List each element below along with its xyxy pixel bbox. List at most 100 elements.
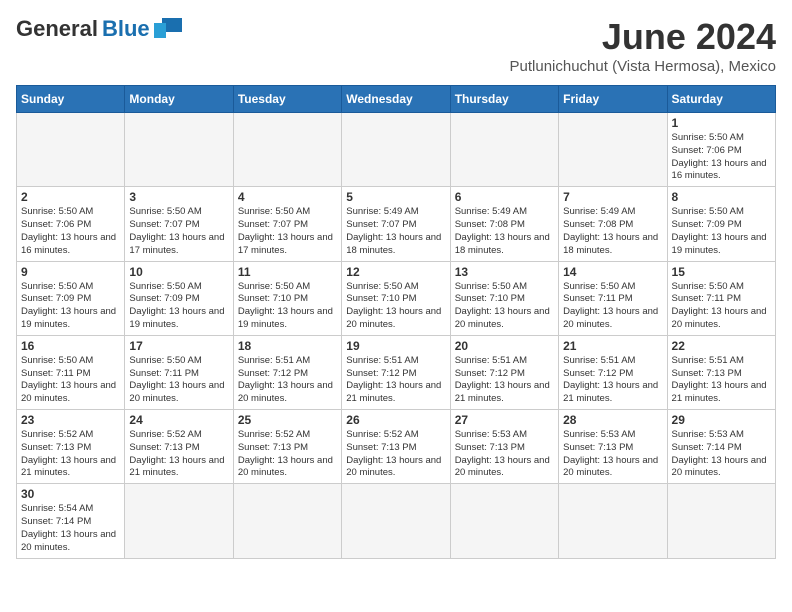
day-info: Sunrise: 5:49 AM Sunset: 7:08 PM Dayligh… [455, 206, 554, 257]
day-info: Sunrise: 5:50 AM Sunset: 7:06 PM Dayligh… [21, 206, 120, 257]
calendar-day-cell: 25Sunrise: 5:52 AM Sunset: 7:13 PM Dayli… [233, 410, 341, 484]
calendar-day-cell: 13 Sunrise: 5:50 AM Sunset: 7:10 PM Dayli… [450, 261, 558, 335]
calendar-day-cell [342, 113, 450, 187]
day-number: 23 [21, 413, 120, 427]
day-number: 13 [455, 265, 554, 279]
calendar-day-cell: 9Sunrise: 5:50 AM Sunset: 7:09 PM Daylig… [17, 261, 125, 335]
day-number: 28 [563, 413, 662, 427]
calendar-day-cell: 24Sunrise: 5:52 AM Sunset: 7:13 PM Dayli… [125, 410, 233, 484]
calendar-day-cell: 5Sunrise: 5:49 AM Sunset: 7:07 PM Daylig… [342, 187, 450, 261]
calendar-day-cell: 23 Sunrise: 5:52 AM Sunset: 7:13 PM Dayli… [17, 410, 125, 484]
weekday-header-sunday: Sunday [17, 86, 125, 113]
day-info: Sunrise: 5:50 AM Sunset: 7:07 PM Dayligh… [238, 206, 337, 257]
calendar-day-cell [342, 484, 450, 558]
page-header: General Blue June 2024 Putlunichuchut (V… [16, 16, 776, 75]
day-info: Sunrise: 5:50 AM Sunset: 7:06 PM Dayligh… [672, 132, 771, 183]
weekday-header-wednesday: Wednesday [342, 86, 450, 113]
day-info: Sunrise: 5:53 AM Sunset: 7:14 PM Dayligh… [672, 429, 771, 480]
calendar-day-cell: 2 Sunrise: 5:50 AM Sunset: 7:06 PM Daylig… [17, 187, 125, 261]
calendar-day-cell: 18Sunrise: 5:51 AM Sunset: 7:12 PM Dayli… [233, 335, 341, 409]
day-info: Sunrise: 5:50 AM Sunset: 7:11 PM Dayligh… [21, 355, 120, 406]
day-info: Sunrise: 5:51 AM Sunset: 7:12 PM Dayligh… [346, 355, 445, 406]
day-number: 2 [21, 190, 120, 204]
calendar-table: SundayMondayTuesdayWednesdayThursdayFrid… [16, 85, 776, 559]
day-info: Sunrise: 5:51 AM Sunset: 7:13 PM Dayligh… [672, 355, 771, 406]
calendar-day-cell: 30 Sunrise: 5:54 AM Sunset: 7:14 PM Dayli… [17, 484, 125, 558]
day-info: Sunrise: 5:50 AM Sunset: 7:11 PM Dayligh… [563, 281, 662, 332]
title-area: June 2024 Putlunichuchut (Vista Hermosa)… [510, 16, 777, 75]
day-number: 30 [21, 487, 120, 501]
day-info: Sunrise: 5:51 AM Sunset: 7:12 PM Dayligh… [563, 355, 662, 406]
calendar-day-cell [667, 484, 775, 558]
day-number: 4 [238, 190, 337, 204]
calendar-day-cell: 19 Sunrise: 5:51 AM Sunset: 7:12 PM Dayli… [342, 335, 450, 409]
calendar-day-cell: 10 Sunrise: 5:50 AM Sunset: 7:09 PM Dayli… [125, 261, 233, 335]
day-info: Sunrise: 5:50 AM Sunset: 7:10 PM Dayligh… [455, 281, 554, 332]
calendar-day-cell: 29 Sunrise: 5:53 AM Sunset: 7:14 PM Dayli… [667, 410, 775, 484]
calendar-day-cell: 26Sunrise: 5:52 AM Sunset: 7:13 PM Dayli… [342, 410, 450, 484]
day-number: 1 [672, 116, 771, 130]
calendar-week-row: 16 Sunrise: 5:50 AM Sunset: 7:11 PM Dayli… [17, 335, 776, 409]
day-info: Sunrise: 5:50 AM Sunset: 7:10 PM Dayligh… [346, 281, 445, 332]
calendar-day-cell: 1 Sunrise: 5:50 AM Sunset: 7:06 PM Daylig… [667, 113, 775, 187]
day-info: Sunrise: 5:50 AM Sunset: 7:09 PM Dayligh… [21, 281, 120, 332]
calendar-day-cell [559, 484, 667, 558]
weekday-header-saturday: Saturday [667, 86, 775, 113]
day-number: 26 [346, 413, 445, 427]
day-number: 29 [672, 413, 771, 427]
day-number: 6 [455, 190, 554, 204]
day-info: Sunrise: 5:53 AM Sunset: 7:13 PM Dayligh… [563, 429, 662, 480]
logo-icon [154, 18, 182, 40]
calendar-day-cell: 28 Sunrise: 5:53 AM Sunset: 7:13 PM Dayli… [559, 410, 667, 484]
day-info: Sunrise: 5:50 AM Sunset: 7:11 PM Dayligh… [672, 281, 771, 332]
day-number: 16 [21, 339, 120, 353]
day-number: 18 [238, 339, 337, 353]
calendar-day-cell: 8 Sunrise: 5:50 AM Sunset: 7:09 PM Daylig… [667, 187, 775, 261]
day-info: Sunrise: 5:50 AM Sunset: 7:10 PM Dayligh… [238, 281, 337, 332]
calendar-day-cell: 21 Sunrise: 5:51 AM Sunset: 7:12 PM Dayli… [559, 335, 667, 409]
day-info: Sunrise: 5:50 AM Sunset: 7:07 PM Dayligh… [129, 206, 228, 257]
calendar-day-cell [125, 113, 233, 187]
weekday-header-tuesday: Tuesday [233, 86, 341, 113]
calendar-day-cell: 4 Sunrise: 5:50 AM Sunset: 7:07 PM Daylig… [233, 187, 341, 261]
calendar-day-cell: 12 Sunrise: 5:50 AM Sunset: 7:10 PM Dayli… [342, 261, 450, 335]
day-info: Sunrise: 5:50 AM Sunset: 7:09 PM Dayligh… [672, 206, 771, 257]
day-number: 8 [672, 190, 771, 204]
day-info: Sunrise: 5:52 AM Sunset: 7:13 PM Dayligh… [129, 429, 228, 480]
day-info: Sunrise: 5:51 AM Sunset: 7:12 PM Dayligh… [455, 355, 554, 406]
calendar-day-cell: 22 Sunrise: 5:51 AM Sunset: 7:13 PM Dayli… [667, 335, 775, 409]
month-year-title: June 2024 [510, 16, 777, 58]
day-number: 17 [129, 339, 228, 353]
calendar-day-cell: 15Sunrise: 5:50 AM Sunset: 7:11 PM Dayli… [667, 261, 775, 335]
calendar-day-cell [450, 484, 558, 558]
day-number: 12 [346, 265, 445, 279]
calendar-day-cell: 16 Sunrise: 5:50 AM Sunset: 7:11 PM Dayli… [17, 335, 125, 409]
calendar-day-cell: 14 Sunrise: 5:50 AM Sunset: 7:11 PM Dayli… [559, 261, 667, 335]
calendar-day-cell: 27Sunrise: 5:53 AM Sunset: 7:13 PM Dayli… [450, 410, 558, 484]
day-number: 10 [129, 265, 228, 279]
day-number: 20 [455, 339, 554, 353]
calendar-week-row: 23 Sunrise: 5:52 AM Sunset: 7:13 PM Dayli… [17, 410, 776, 484]
day-info: Sunrise: 5:53 AM Sunset: 7:13 PM Dayligh… [455, 429, 554, 480]
day-number: 22 [672, 339, 771, 353]
day-number: 3 [129, 190, 228, 204]
weekday-header-monday: Monday [125, 86, 233, 113]
day-info: Sunrise: 5:50 AM Sunset: 7:11 PM Dayligh… [129, 355, 228, 406]
day-info: Sunrise: 5:54 AM Sunset: 7:14 PM Dayligh… [21, 503, 120, 554]
day-number: 21 [563, 339, 662, 353]
weekday-header-row: SundayMondayTuesdayWednesdayThursdayFrid… [17, 86, 776, 113]
weekday-header-thursday: Thursday [450, 86, 558, 113]
day-info: Sunrise: 5:52 AM Sunset: 7:13 PM Dayligh… [21, 429, 120, 480]
logo-blue-text: Blue [102, 16, 150, 42]
logo: General Blue [16, 16, 182, 42]
day-number: 19 [346, 339, 445, 353]
calendar-day-cell: 3 Sunrise: 5:50 AM Sunset: 7:07 PM Daylig… [125, 187, 233, 261]
calendar-day-cell: 17 Sunrise: 5:50 AM Sunset: 7:11 PM Dayli… [125, 335, 233, 409]
day-number: 14 [563, 265, 662, 279]
calendar-week-row: 2 Sunrise: 5:50 AM Sunset: 7:06 PM Daylig… [17, 187, 776, 261]
calendar-day-cell [125, 484, 233, 558]
weekday-header-friday: Friday [559, 86, 667, 113]
calendar-day-cell [559, 113, 667, 187]
calendar-week-row: 1 Sunrise: 5:50 AM Sunset: 7:06 PM Daylig… [17, 113, 776, 187]
day-info: Sunrise: 5:50 AM Sunset: 7:09 PM Dayligh… [129, 281, 228, 332]
